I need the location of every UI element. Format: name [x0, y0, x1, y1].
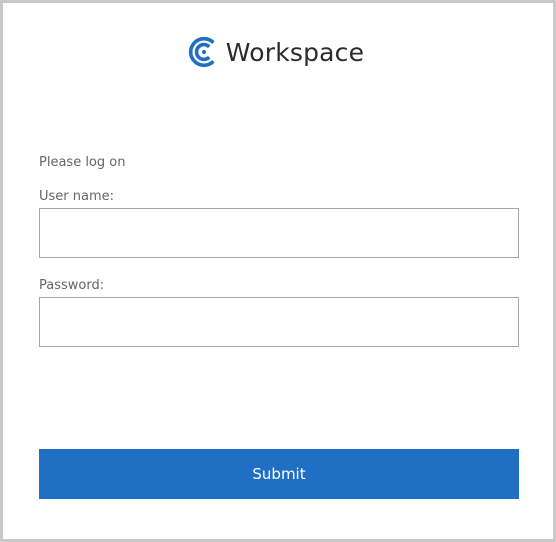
- submit-button[interactable]: Submit: [39, 449, 519, 499]
- password-input[interactable]: [39, 297, 519, 347]
- workspace-logo-icon: [188, 36, 215, 68]
- username-label: User name:: [39, 189, 115, 204]
- password-label: Password:: [39, 278, 105, 293]
- login-prompt: Please log on: [39, 155, 126, 170]
- brand-header: Workspace: [3, 33, 553, 71]
- username-input[interactable]: [39, 208, 519, 258]
- login-window: Workspace Please log on User name: Passw…: [0, 0, 556, 542]
- brand-name: Workspace: [225, 37, 365, 67]
